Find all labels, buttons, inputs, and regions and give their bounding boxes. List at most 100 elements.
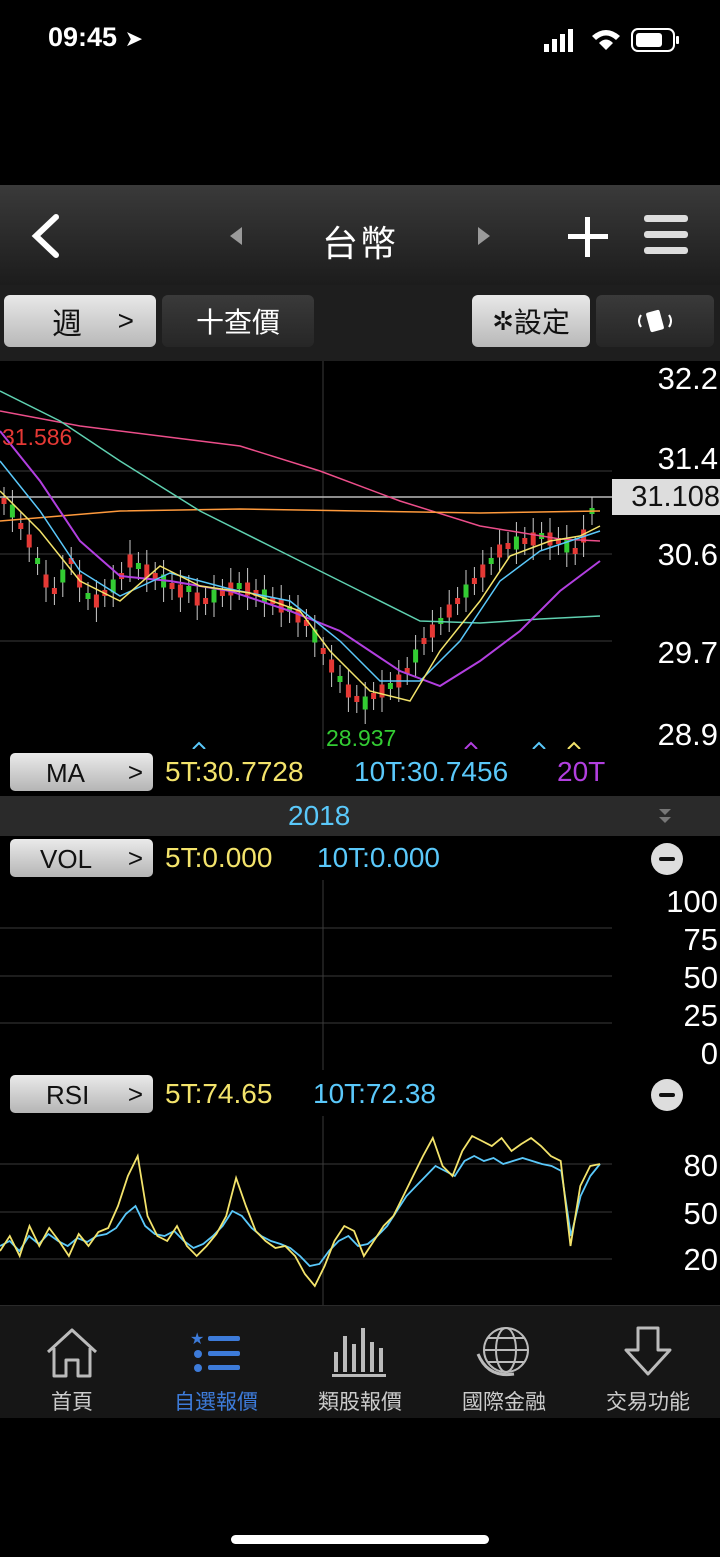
candle-body: [127, 554, 133, 568]
home-indicator[interactable]: [231, 1535, 489, 1544]
price-tick: 29.7: [657, 635, 718, 670]
tab-trading[interactable]: 交易功能: [576, 1306, 720, 1418]
candle-body: [362, 696, 368, 710]
candle-body: [446, 604, 452, 618]
back-icon[interactable]: [28, 213, 62, 259]
candle-body: [455, 598, 461, 604]
remove-vol-icon[interactable]: [651, 843, 683, 875]
settings-button[interactable]: ✲ 設定: [472, 295, 590, 347]
rsi5-value: 5T:74.65: [165, 1078, 273, 1109]
candle-body: [169, 583, 175, 589]
vol10-value: 10T:0.000: [317, 842, 440, 873]
tab-label: 國際金融: [462, 1391, 546, 1414]
bars-icon: [332, 1328, 386, 1377]
status-time: 09:45 ➤: [48, 22, 144, 52]
candle-body: [194, 592, 200, 606]
rsi-tick: 20: [683, 1242, 718, 1277]
query-price-button[interactable]: 十查價: [162, 295, 314, 347]
rotate-button[interactable]: [596, 295, 714, 347]
price-chart[interactable]: 31.586 28.937: [0, 361, 612, 749]
period-button[interactable]: 週 >: [4, 295, 156, 347]
candle-body: [60, 569, 66, 583]
candle-body: [278, 599, 284, 613]
candle-body: [337, 676, 343, 682]
candle-body: [152, 573, 158, 579]
candle-body: [345, 684, 351, 698]
candle-body: [413, 649, 419, 663]
vol-row: VOL > 5T:0.000 10T:0.000: [0, 836, 720, 880]
remove-rsi-icon[interactable]: [651, 1079, 683, 1111]
rsi-tick: 80: [683, 1148, 718, 1183]
tab-label: 類股報價: [318, 1391, 402, 1414]
candle-body: [93, 594, 99, 608]
candle-body: [236, 583, 242, 589]
tab-label: 首頁: [51, 1391, 93, 1414]
collapse-icon[interactable]: [658, 808, 672, 824]
signal-wifi-battery-icon: [544, 28, 679, 52]
price-axis: 32.2 31.4 30.6 29.7 28.9: [612, 361, 720, 752]
status-indicators: [544, 26, 684, 54]
volume-tick: 0: [700, 1036, 718, 1071]
next-arrow-icon[interactable]: [476, 225, 492, 247]
candle-body: [522, 538, 528, 544]
tab-international[interactable]: 國際金融: [432, 1306, 576, 1418]
vol5-value: 5T:0.000: [165, 842, 273, 873]
candle-body: [203, 598, 209, 604]
candle-body: [177, 584, 183, 598]
volume-tick: 50: [683, 960, 718, 995]
tab-watchlist[interactable]: ★ 自選報價: [144, 1306, 288, 1418]
chevron-right-icon: >: [127, 1079, 143, 1109]
rotate-icon: [638, 309, 672, 333]
ma-label: MA: [46, 758, 85, 788]
candle-body: [488, 558, 494, 564]
ma60-line: [0, 410, 601, 542]
vol-button[interactable]: VOL >: [10, 839, 153, 877]
low-price-label: 28.937: [326, 725, 396, 749]
volume-axis: 100 75 50 25 0: [612, 880, 720, 1071]
list-icon: ★: [190, 1331, 240, 1372]
price-tick: 32.2: [657, 361, 718, 396]
candle-body: [135, 563, 141, 569]
trade-icon: [624, 1326, 672, 1376]
svg-text:★: ★: [190, 1331, 204, 1348]
tab-home[interactable]: 首頁: [0, 1306, 144, 1418]
gear-icon: ✲: [492, 305, 514, 336]
ma-button[interactable]: MA >: [10, 753, 153, 791]
page-title: 台幣: [321, 223, 398, 264]
chevron-right-icon: >: [117, 305, 134, 336]
candle-body: [18, 523, 24, 529]
rsi-chart[interactable]: [0, 1116, 612, 1305]
ma20-value: 20T: [557, 756, 606, 787]
candle-body: [51, 588, 57, 594]
candle-body: [463, 584, 469, 598]
period-label: 週: [52, 308, 82, 341]
settings-label: 設定: [513, 307, 570, 338]
ma120-line: [0, 508, 601, 522]
candle-body: [513, 536, 519, 550]
candle-body: [387, 683, 393, 689]
rsi-label: RSI: [46, 1080, 90, 1110]
globe-icon: [476, 1327, 529, 1377]
candle-body: [43, 574, 49, 588]
candle-body: [329, 659, 335, 673]
tab-label: 自選報價: [174, 1391, 258, 1414]
candle-body: [26, 534, 32, 548]
candle-body: [480, 564, 486, 578]
query-price-label: 十查價: [195, 307, 280, 338]
candle-body: [429, 624, 435, 638]
prev-arrow-icon[interactable]: [228, 225, 244, 247]
volume-chart: [0, 880, 612, 1070]
candle-body: [572, 548, 578, 554]
candle-body: [320, 648, 326, 654]
vol-label: VOL: [40, 844, 93, 874]
menu-icon[interactable]: [642, 211, 690, 259]
ma-row: MA > 5T:30.7728 10T:30.7456 20T: [0, 750, 720, 794]
ma5-value: 5T:30.7728: [165, 756, 304, 787]
tab-label: 交易功能: [606, 1391, 690, 1414]
candle-body: [497, 544, 503, 558]
ma10-value: 10T:30.7456: [354, 756, 509, 787]
tab-sectors[interactable]: 類股報價: [288, 1306, 432, 1418]
add-icon[interactable]: [566, 215, 610, 259]
rsi-button[interactable]: RSI >: [10, 1075, 153, 1113]
candle-body: [1, 498, 7, 504]
